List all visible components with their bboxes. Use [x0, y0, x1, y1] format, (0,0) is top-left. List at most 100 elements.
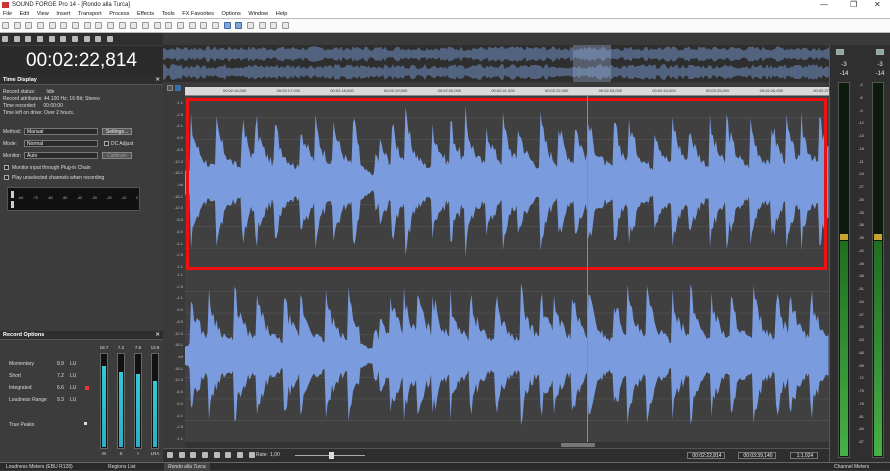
properties-icon[interactable] [270, 22, 278, 29]
open-file-icon[interactable] [13, 22, 21, 29]
loudness-row: Integrated 6.6 LU [9, 385, 93, 397]
waveform-channel-right[interactable] [185, 270, 829, 442]
new-file-icon[interactable] [2, 22, 9, 29]
menu-window[interactable]: Window [245, 10, 271, 19]
trim-icon[interactable] [107, 22, 115, 29]
pencil-tool-icon[interactable] [177, 22, 185, 29]
menu-effects[interactable]: Effects [134, 10, 157, 19]
rate-slider-handle[interactable] [329, 452, 334, 459]
save-icon[interactable] [25, 22, 33, 29]
level-scale-label: -50 [62, 196, 68, 200]
close-panel-icon[interactable]: ✕ [155, 76, 160, 84]
monitor-plugin-checkbox[interactable] [4, 165, 9, 170]
db-scale-label: -6.0 [176, 400, 183, 406]
loudness-meter-fill [102, 366, 106, 447]
record-transport-icon[interactable] [167, 452, 173, 458]
save-as-icon[interactable] [37, 22, 45, 29]
scrub-transport-icon[interactable] [248, 452, 255, 458]
loudness-meter-top-value: 7.6 [134, 345, 142, 350]
go-end-icon[interactable] [107, 36, 114, 42]
waveform-overview[interactable] [163, 45, 829, 82]
loudness-label: Loudness Range [9, 397, 47, 403]
maximize-button[interactable]: ❐ [850, 0, 857, 10]
zoom-vertical-icon[interactable] [167, 85, 173, 91]
title-bar: SOUND FORGE Pro 14 - [Rondo alla Turca] … [0, 0, 890, 10]
app-icon [2, 2, 9, 8]
play-all-icon[interactable] [25, 36, 32, 42]
rate-value: 1,00 [270, 452, 280, 458]
scrollbar-thumb[interactable] [561, 443, 595, 447]
rewind-icon[interactable] [83, 36, 90, 42]
meter-settings-icon[interactable] [836, 49, 844, 55]
mode-select[interactable]: Normal [24, 140, 98, 147]
magnify-tool-icon[interactable] [165, 22, 173, 29]
level-scale-label: -10 [121, 196, 127, 200]
db-scale-label: -4.1 [176, 295, 183, 301]
method-select[interactable]: Manual [24, 128, 98, 135]
menu-process[interactable]: Process [106, 10, 132, 19]
loudness-meter-bar [100, 353, 108, 449]
close-button[interactable]: ✕ [874, 0, 881, 10]
repeat-icon[interactable] [142, 22, 150, 29]
play-transport-icon[interactable] [190, 452, 197, 458]
time-ruler[interactable]: 00:02:16,000 00:02:17,000 00:02:18,000 00:0… [185, 87, 837, 96]
record-status-block: Record status: Idle Record attributes: 4… [3, 89, 161, 117]
loop-transport-icon[interactable] [178, 452, 185, 458]
minimize-button[interactable]: — [820, 0, 828, 10]
mix-icon[interactable] [95, 22, 103, 29]
channel-meter-scale-label: -12 [858, 120, 864, 126]
record-icon[interactable] [282, 22, 290, 29]
cut-icon[interactable] [60, 22, 68, 29]
envelope-tool-icon[interactable] [188, 22, 196, 29]
record-button-icon[interactable] [2, 36, 8, 42]
dc-adjust-checkbox[interactable] [104, 141, 109, 146]
menu-transport[interactable]: Transport [75, 10, 105, 19]
channel-select-icon[interactable] [175, 85, 181, 91]
level-bar [11, 201, 14, 208]
monitor-plugin-label: Monitor input through Plug-in Chain [12, 165, 91, 171]
paste-icon[interactable] [83, 22, 91, 29]
status-label: Record attributes: [3, 96, 43, 102]
menu-edit[interactable]: Edit [17, 10, 33, 19]
marker-icon[interactable] [247, 22, 255, 29]
menu-help[interactable]: Help [273, 10, 291, 19]
play-icon[interactable] [37, 36, 44, 42]
forward-icon[interactable] [95, 36, 102, 42]
monitor-select[interactable]: Auto [24, 152, 98, 159]
rate-slider[interactable] [295, 452, 365, 459]
channel-meter-scale-label: -21 [858, 158, 864, 164]
level-scale-label: -Inf [18, 196, 24, 200]
menu-insert[interactable]: Insert [53, 10, 73, 19]
loudness-label: Momentary [9, 361, 35, 367]
menu-fx-favorites[interactable]: FX Favorites [179, 10, 217, 19]
redo-icon[interactable] [130, 22, 138, 29]
snap-icon[interactable] [223, 22, 231, 29]
overview-view-region[interactable] [573, 45, 611, 82]
grid-icon[interactable] [235, 22, 243, 29]
play-unselected-checkbox[interactable] [4, 175, 9, 180]
ruler-tick-label: 00:02:25,000 [706, 88, 730, 93]
event-tool-icon[interactable] [200, 22, 208, 29]
render-icon[interactable] [48, 22, 56, 29]
stop-transport-icon[interactable] [202, 452, 209, 458]
calibrate-button[interactable]: Calibrate [102, 152, 132, 159]
scrub-icon[interactable] [212, 22, 220, 29]
meter-reset-icon[interactable] [876, 49, 884, 55]
go-start-icon[interactable] [72, 36, 79, 42]
close-panel-icon[interactable]: ✕ [155, 331, 160, 339]
pause-icon[interactable] [48, 36, 55, 42]
loop-icon[interactable] [13, 36, 20, 42]
menu-tools[interactable]: Tools [159, 10, 178, 19]
menu-options[interactable]: Options [218, 10, 243, 19]
undo-icon[interactable] [118, 22, 126, 29]
edit-tool-icon[interactable] [153, 22, 161, 29]
menu-file[interactable]: File [0, 10, 15, 19]
region-icon[interactable] [258, 22, 266, 29]
menu-view[interactable]: View [34, 10, 52, 19]
stop-icon[interactable] [60, 36, 67, 42]
copy-icon[interactable] [72, 22, 80, 29]
settings-button[interactable]: Settings... [102, 128, 132, 135]
go-start-transport-icon[interactable] [225, 452, 232, 458]
pause-transport-icon[interactable] [213, 452, 220, 458]
go-end-transport-icon[interactable] [237, 452, 244, 458]
